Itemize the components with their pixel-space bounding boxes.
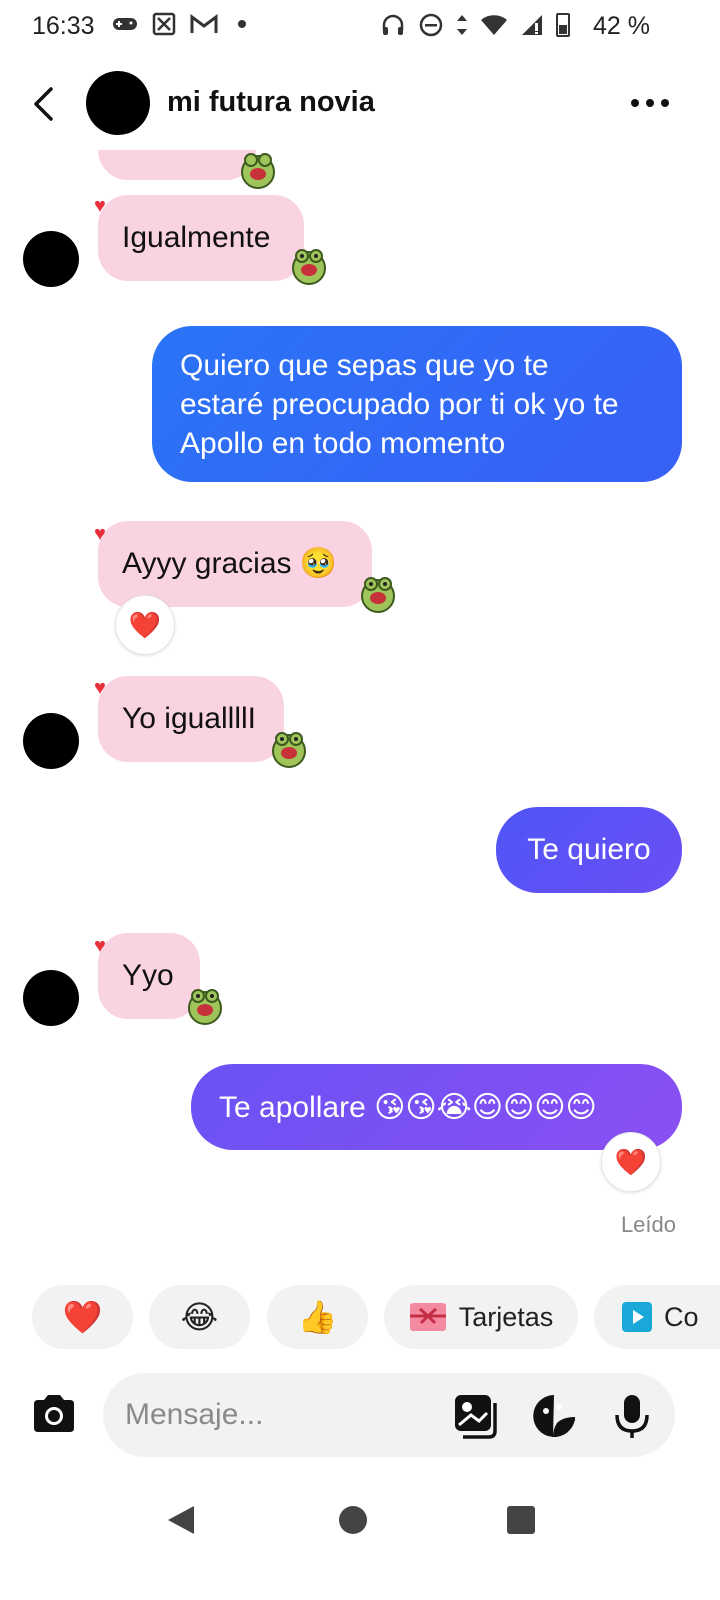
incoming-message-bubble[interactable]: Ayyy gracias 🥹 bbox=[98, 521, 372, 607]
frog-sticker-icon bbox=[272, 732, 306, 768]
heart-icon: ♥ bbox=[94, 677, 106, 699]
app-icon bbox=[152, 12, 176, 36]
composer: Mensaje... bbox=[0, 1370, 720, 1460]
battery-percent: 42 % bbox=[593, 12, 650, 40]
message-text: Yo iguallllI bbox=[122, 702, 256, 735]
sticker-icon[interactable] bbox=[531, 1393, 577, 1439]
read-receipt: Leído bbox=[620, 1212, 676, 1237]
quick-reply-row[interactable]: ❤️ 😂 👍 Tarjetas Co bbox=[0, 1285, 720, 1349]
thumbs-up-emoji-icon: 👍 bbox=[297, 1299, 338, 1335]
reaction-heart-icon: ❤️ bbox=[614, 1146, 648, 1177]
chat-header: mi futura novia bbox=[0, 56, 720, 150]
quick-reply-co[interactable]: Co bbox=[594, 1285, 720, 1349]
sender-avatar[interactable] bbox=[23, 713, 79, 769]
back-button[interactable] bbox=[26, 84, 60, 124]
heart-icon: ♥ bbox=[94, 935, 106, 957]
more-dot-icon bbox=[631, 99, 639, 107]
contact-avatar[interactable] bbox=[86, 71, 150, 135]
dnd-icon bbox=[419, 13, 443, 37]
quick-reply-heart[interactable]: ❤️ bbox=[32, 1285, 133, 1349]
system-nav-bar bbox=[0, 1480, 720, 1600]
frog-sticker-icon bbox=[188, 989, 222, 1025]
nav-home-icon[interactable] bbox=[339, 1506, 367, 1534]
sender-avatar[interactable] bbox=[23, 970, 79, 1026]
play-icon bbox=[622, 1302, 652, 1332]
status-left-icons bbox=[112, 12, 246, 36]
more-dot-icon bbox=[661, 99, 669, 107]
microphone-icon[interactable] bbox=[609, 1393, 655, 1439]
message-text-line: Quiero que sepas que yo te bbox=[180, 348, 549, 382]
contact-name[interactable]: mi futura novia bbox=[167, 86, 375, 119]
wifi-icon bbox=[481, 15, 507, 35]
frog-sticker-icon bbox=[292, 249, 326, 285]
outgoing-message-bubble[interactable]: Te quiero bbox=[496, 807, 682, 893]
quick-reply-laugh[interactable]: 😂 bbox=[149, 1285, 250, 1349]
message-text: Te apollare 😘😘😭😊😊😊😊 bbox=[219, 1090, 597, 1124]
more-options-button[interactable] bbox=[620, 88, 680, 118]
gallery-icon[interactable] bbox=[453, 1393, 499, 1439]
laugh-emoji-icon: 😂 bbox=[180, 1299, 219, 1335]
more-dot-icon bbox=[646, 99, 654, 107]
gift-card-icon bbox=[409, 1303, 446, 1331]
message-input-placeholder: Mensaje... bbox=[125, 1398, 264, 1431]
incoming-message-bubble[interactable]: Igualmente bbox=[98, 195, 304, 281]
chevron-left-icon bbox=[34, 87, 53, 121]
message-input[interactable]: Mensaje... bbox=[103, 1373, 675, 1457]
frog-sticker-icon bbox=[361, 577, 395, 613]
message-text: Igualmente bbox=[122, 221, 271, 254]
data-arrows-icon bbox=[457, 15, 467, 35]
dot-icon bbox=[238, 20, 246, 28]
headphones-icon bbox=[382, 14, 404, 35]
outgoing-message-bubble[interactable]: Quiero que sepas que yo te estaré preocu… bbox=[152, 326, 682, 482]
message-list[interactable]: Igualmente ♥ Quiero que sepas que yo te … bbox=[0, 150, 720, 1270]
partial-message-bubble[interactable] bbox=[98, 150, 256, 180]
outgoing-message-bubble[interactable]: Te apollare 😘😘😭😊😊😊😊 bbox=[191, 1064, 682, 1150]
chip-label: Co bbox=[664, 1301, 699, 1332]
chip-label: Tarjetas bbox=[458, 1301, 554, 1332]
status-bar: 16:33 42 % bbox=[0, 0, 720, 56]
nav-back-icon[interactable] bbox=[166, 1504, 196, 1536]
signal-icon bbox=[522, 15, 542, 35]
message-text-line: estaré preocupado por ti ok yo te bbox=[180, 387, 619, 421]
status-time: 16:33 bbox=[32, 12, 95, 40]
gamepad-icon bbox=[113, 18, 137, 30]
message-text: Yyo bbox=[122, 959, 174, 992]
heart-emoji-icon: ❤️ bbox=[62, 1299, 103, 1335]
heart-icon: ♥ bbox=[94, 195, 106, 217]
frog-sticker-icon bbox=[241, 153, 275, 189]
incoming-message-bubble[interactable]: Yo iguallllI bbox=[98, 676, 284, 762]
message-text: Te quiero bbox=[527, 833, 651, 866]
gmail-icon bbox=[190, 14, 218, 33]
status-right-icons bbox=[380, 12, 570, 38]
message-reaction[interactable]: ❤️ bbox=[601, 1132, 661, 1192]
battery-icon bbox=[556, 13, 570, 37]
quick-reply-thumbs-up[interactable]: 👍 bbox=[267, 1285, 368, 1349]
message-text: Ayyy gracias 🥹 bbox=[122, 547, 338, 580]
message-reaction[interactable]: ❤️ bbox=[115, 595, 175, 655]
nav-recents-icon[interactable] bbox=[507, 1506, 535, 1534]
heart-icon: ♥ bbox=[94, 523, 106, 545]
quick-reply-cards[interactable]: Tarjetas bbox=[384, 1285, 578, 1349]
reaction-heart-icon: ❤️ bbox=[128, 609, 162, 640]
camera-icon[interactable] bbox=[30, 1392, 78, 1436]
sender-avatar[interactable] bbox=[23, 231, 79, 287]
message-text-line: Apollo en todo momento bbox=[180, 426, 506, 460]
